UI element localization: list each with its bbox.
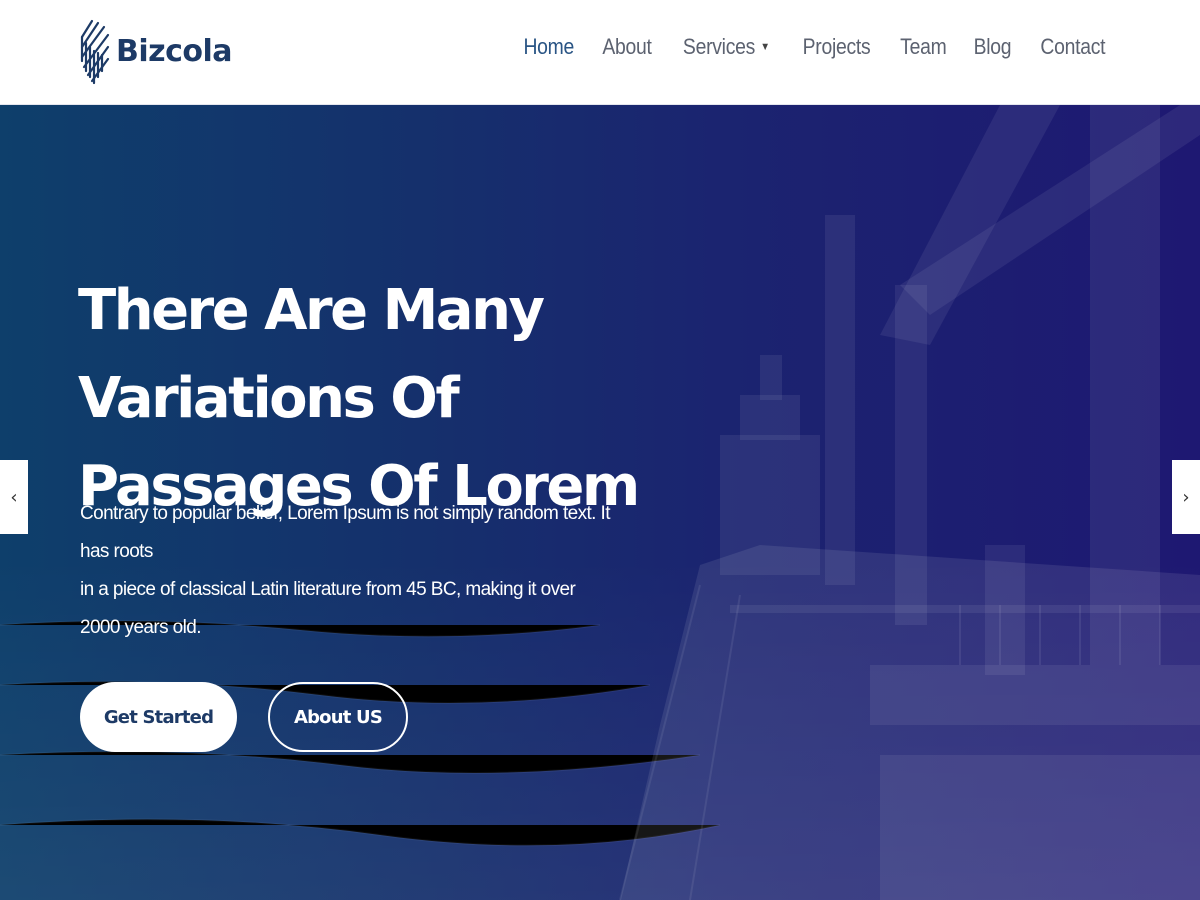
hero-desc-line-3: 2000 years old. — [80, 617, 202, 638]
slider-next-button[interactable]: › — [1172, 460, 1200, 534]
nav-blog-label: Blog — [974, 34, 1012, 59]
hero-desc-line-2: in a piece of classical Latin literature… — [80, 579, 576, 600]
nav-about-label: About — [602, 34, 653, 59]
striped-diamond-icon — [80, 19, 110, 85]
nav-contact-label: Contact — [1040, 34, 1106, 59]
slider-prev-button[interactable]: ‹ — [0, 460, 28, 534]
nav-about[interactable]: About — [602, 34, 653, 60]
main-nav: Home About Services ▼ Projects Team Blog… — [498, 34, 1110, 60]
nav-home[interactable]: Home — [523, 34, 574, 60]
get-started-button[interactable]: Get Started — [80, 682, 237, 752]
nav-services[interactable]: Services ▼ — [683, 34, 770, 60]
brand-logo[interactable]: Bizcola — [78, 16, 233, 86]
hero-description: Contrary to popular belief, Lorem Ipsum … — [80, 495, 640, 647]
hero-title: There Are Many Variations Of Passages Of… — [78, 267, 778, 531]
about-us-button[interactable]: About US — [268, 682, 408, 752]
hero-title-line-1: There Are Many Variations Of — [78, 278, 545, 431]
hero-slider: There Are Many Variations Of Passages Of… — [0, 105, 1200, 900]
site-header: Bizcola Home About Services ▼ Projects T… — [0, 0, 1200, 105]
nav-projects-label: Projects — [802, 34, 871, 59]
chevron-right-icon: › — [1182, 486, 1190, 508]
nav-team[interactable]: Team — [899, 34, 947, 60]
nav-team-label: Team — [899, 34, 947, 59]
nav-home-label: Home — [523, 34, 574, 59]
caret-down-icon: ▼ — [760, 41, 771, 53]
nav-blog[interactable]: Blog — [974, 34, 1012, 60]
nav-services-label: Services — [683, 34, 756, 59]
nav-projects[interactable]: Projects — [802, 34, 870, 60]
hero-desc-line-1: Contrary to popular belief, Lorem Ipsum … — [80, 503, 611, 562]
chevron-left-icon: ‹ — [10, 486, 18, 508]
brand-name: Bizcola — [116, 33, 233, 69]
nav-contact[interactable]: Contact — [1041, 34, 1106, 60]
